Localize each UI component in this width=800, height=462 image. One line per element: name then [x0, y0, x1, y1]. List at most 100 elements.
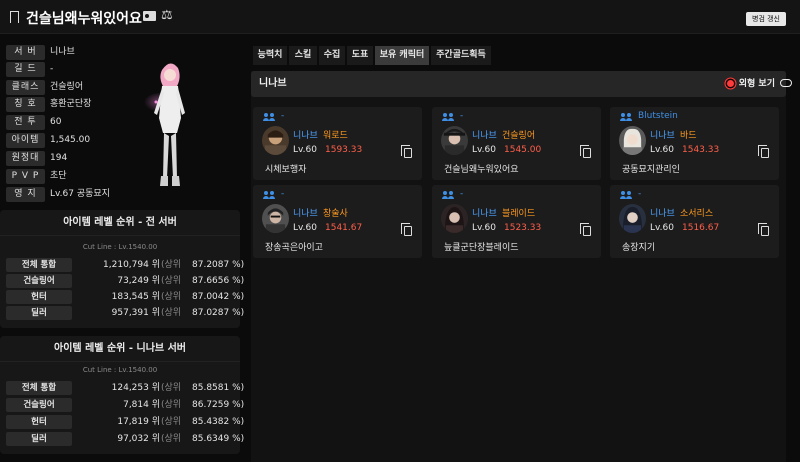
- panel-server-name: 니나브: [259, 78, 287, 89]
- character-name: 공동묘지관리인: [622, 165, 680, 175]
- rank-number: 73,249 위: [117, 276, 160, 286]
- character-portrait: [262, 204, 289, 233]
- character-level: Lv.60: [293, 145, 317, 155]
- scale-icon[interactable]: ⚖: [161, 9, 173, 23]
- rank-prefix: (상위: [161, 260, 182, 270]
- profile-value: 건슬링어: [50, 82, 84, 92]
- character-class: 바드: [680, 131, 697, 141]
- rank-percent: 87.0042 %): [192, 292, 245, 302]
- character-portrait: [441, 204, 468, 233]
- profile-label: 원정대: [6, 151, 45, 166]
- copy-icon[interactable]: [580, 145, 591, 158]
- character-card[interactable]: - 니나브 창술사 Lv.60 1541.67 장송곡은아이고: [253, 185, 422, 258]
- rank-percent: 86.7259 %): [192, 400, 245, 410]
- tab-chart[interactable]: 도표: [347, 46, 373, 65]
- profile-label: 칭 호: [6, 97, 45, 112]
- rank-prefix: (상위: [161, 400, 182, 410]
- bookmark-icon[interactable]: [10, 11, 19, 23]
- character-item-level: 1516.67: [682, 223, 720, 233]
- rank-row: 전체 통합 1,210,794 위 (상위 87.2087 %): [6, 258, 244, 273]
- rank-number: 124,253 위: [111, 383, 160, 393]
- guild-icon: [620, 191, 633, 199]
- profile-label: 아이템: [6, 133, 45, 148]
- rank-server: 아이템 레벨 순위 - 니나브 서버 Cut Line : Lv.1540.00…: [0, 336, 244, 454]
- copy-icon[interactable]: [758, 223, 769, 236]
- rank-row: 딜러 957,391 위 (상위 87.0287 %): [6, 306, 244, 321]
- outfit-view-label: 외형 보기: [738, 79, 775, 89]
- rank-prefix: (상위: [161, 292, 182, 302]
- character-name: 늪클군단장블레이드: [444, 243, 519, 253]
- rank-prefix: (상위: [161, 383, 182, 393]
- character-item-level: 1523.33: [504, 223, 542, 233]
- copy-icon[interactable]: [758, 145, 769, 158]
- character-level: Lv.60: [650, 145, 674, 155]
- rank-number: 7,814 위: [123, 400, 160, 410]
- rank-server-title: 아이템 레벨 순위 - 니나브 서버: [0, 336, 240, 362]
- rank-label: 딜러: [6, 432, 72, 446]
- tab-owned-characters[interactable]: 보유 캐릭터: [375, 46, 429, 65]
- id-card-icon[interactable]: [143, 11, 156, 21]
- profile-value: 194: [50, 153, 68, 163]
- profile-label: 클래스: [6, 80, 45, 95]
- rank-percent: 85.8581 %): [192, 383, 245, 393]
- rank-percent: 87.2087 %): [192, 260, 245, 270]
- character-item-level: 1545.00: [504, 145, 542, 155]
- rank-number: 957,391 위: [111, 308, 160, 318]
- character-card[interactable]: - 니나브 소서리스 Lv.60 1516.67 송장지기: [610, 185, 779, 258]
- guild-icon: [442, 113, 455, 121]
- rank-number: 183,545 위: [111, 292, 160, 302]
- rank-prefix: (상위: [161, 417, 182, 427]
- character-avatar: [144, 63, 185, 186]
- profile-value: 1,545.00: [50, 135, 91, 145]
- rank-prefix: (상위: [161, 434, 182, 444]
- rank-prefix: (상위: [161, 276, 182, 286]
- guild-icon: [620, 113, 633, 121]
- guild-name: -: [281, 189, 285, 199]
- guild-name: -: [460, 111, 464, 121]
- tab-stats[interactable]: 능력치: [253, 46, 287, 65]
- tab-collection[interactable]: 수집: [319, 46, 345, 65]
- character-portrait: [441, 126, 468, 155]
- profile-value: 60: [50, 117, 62, 127]
- tab-weekly-gold[interactable]: 주간골드획득: [431, 46, 491, 65]
- rank-label: 건슬링어: [6, 274, 72, 288]
- character-card[interactable]: - 니나브 블레이드 Lv.60 1523.33 늪클군단장블레이드: [432, 185, 601, 258]
- rank-row: 건슬링어 73,249 위 (상위 87.6656 %): [6, 274, 244, 289]
- toggle-icon[interactable]: [780, 79, 792, 87]
- top-bar: 건슬님왜누워있어요 ⚖ 병검 갱신: [0, 0, 800, 34]
- guild-icon: [263, 191, 276, 199]
- rank-row: 딜러 97,032 위 (상위 85.6349 %): [6, 432, 244, 447]
- copy-icon[interactable]: [580, 223, 591, 236]
- refresh-button[interactable]: 병검 갱신: [746, 12, 786, 26]
- profile-value: Lv.67 공동묘지: [50, 189, 110, 199]
- character-server: 니나브: [472, 131, 497, 141]
- rank-row: 전체 통합 124,253 위 (상위 85.8581 %): [6, 381, 244, 396]
- guild-icon: [442, 191, 455, 199]
- character-card[interactable]: - 니나브 건슬링어 Lv.60 1545.00 건슬님왜누워있어요: [432, 107, 601, 180]
- character-server: 니나브: [472, 209, 497, 219]
- character-name: 장송곡은아이고: [265, 243, 323, 253]
- character-portrait: [619, 126, 646, 155]
- rank-all-cutline: Cut Line : Lv.1540.00: [82, 243, 158, 251]
- rank-row: 헌터 17,819 위 (상위 85.4382 %): [6, 415, 244, 430]
- rank-number: 97,032 위: [117, 434, 160, 444]
- outfit-view-toggle[interactable]: 외형 보기: [726, 78, 792, 90]
- rank-label: 건슬링어: [6, 398, 72, 412]
- character-portrait: [262, 126, 289, 155]
- character-server: 니나브: [293, 131, 318, 141]
- profile-label: 서 버: [6, 45, 45, 60]
- copy-icon[interactable]: [401, 223, 412, 236]
- character-item-level: 1593.33: [325, 145, 363, 155]
- character-title: 건슬님왜누워있어요: [26, 11, 142, 27]
- character-card[interactable]: Blutstein 니나브 바드 Lv.60 1543.33 공동묘지관리인: [610, 107, 779, 180]
- profile-label: 전 투: [6, 115, 45, 130]
- character-server: 니나브: [650, 131, 675, 141]
- tab-skills[interactable]: 스킬: [289, 46, 317, 65]
- copy-icon[interactable]: [401, 145, 412, 158]
- rank-label: 헌터: [6, 415, 72, 429]
- character-portrait: [619, 204, 646, 233]
- guild-name: -: [460, 189, 464, 199]
- guild-name: -: [638, 189, 642, 199]
- character-card[interactable]: - 니나브 워로드 Lv.60 1593.33 시체보행자: [253, 107, 422, 180]
- character-class: 건슬링어: [502, 131, 536, 141]
